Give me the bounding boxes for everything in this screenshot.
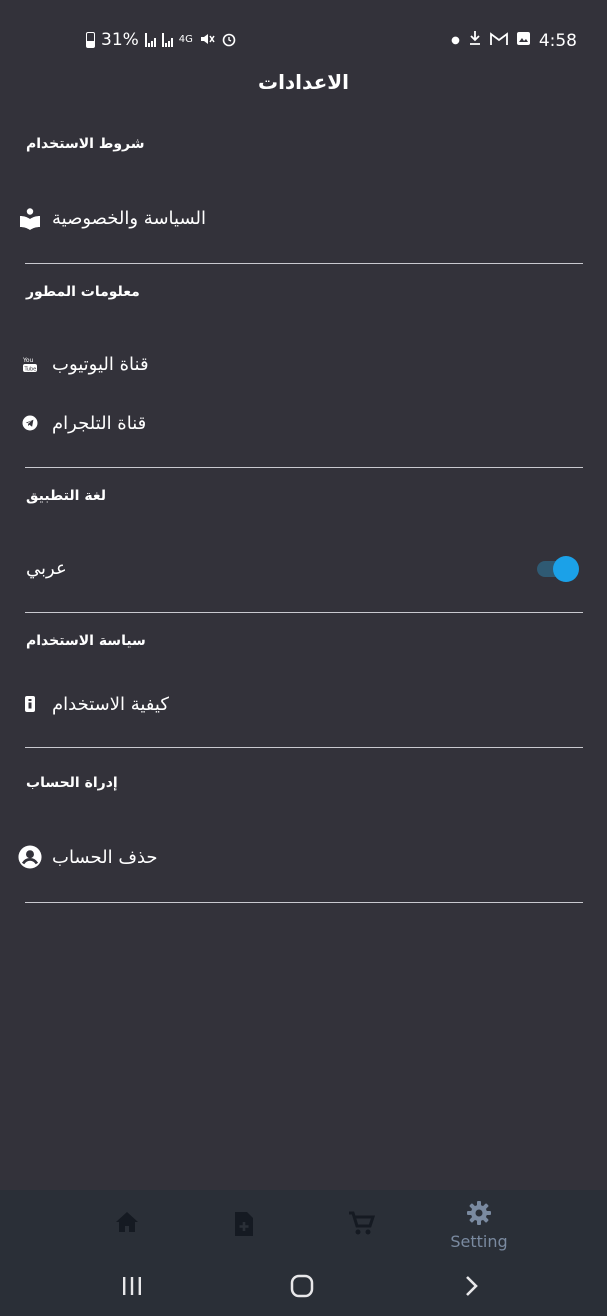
delete-account-item[interactable]: حذف الحساب	[18, 845, 158, 869]
language-arabic-label: عربي	[26, 558, 67, 579]
account-circle-icon	[18, 845, 42, 869]
youtube-icon: You Tube	[18, 352, 42, 376]
privacy-policy-label: السياسة والخصوصية	[52, 207, 206, 229]
delete-account-label: حذف الحساب	[52, 846, 158, 868]
clock: 4:58	[538, 30, 577, 51]
section-title-account: إدراة الحساب	[26, 775, 118, 791]
notification-dot-icon: ●	[451, 35, 460, 46]
download-icon	[468, 30, 482, 51]
divider	[25, 747, 583, 748]
chevron-right-icon	[466, 1276, 478, 1296]
telegram-channel-item[interactable]: قناة التلجرام	[18, 411, 146, 435]
telegram-icon	[18, 411, 42, 435]
language-arabic-item: عربي	[26, 558, 67, 579]
mute-icon	[199, 31, 215, 50]
privacy-policy-item[interactable]: السياسة والخصوصية	[18, 206, 206, 230]
section-title-terms: شروط الاستخدام	[26, 136, 145, 152]
status-right: ● 4:58	[451, 30, 577, 51]
alarm-icon	[221, 31, 237, 50]
info-icon	[18, 692, 42, 716]
signal-icon-2	[161, 33, 173, 47]
svg-text:You: You	[22, 357, 34, 364]
recents-button[interactable]	[112, 1270, 152, 1302]
divider	[25, 467, 583, 468]
language-toggle[interactable]	[535, 556, 579, 582]
how-to-use-item[interactable]: كيفية الاستخدام	[18, 692, 169, 716]
nav-setting[interactable]: Setting	[449, 1200, 509, 1251]
divider	[25, 612, 583, 613]
bottom-nav: Setting	[0, 1190, 607, 1256]
section-title-language: لغة التطبيق	[26, 488, 106, 504]
battery-percent: 31%	[101, 30, 139, 50]
toggle-thumb	[553, 556, 579, 582]
section-title-developer: معلومات المطور	[26, 284, 140, 300]
divider	[25, 902, 583, 903]
nav-cart[interactable]	[331, 1210, 391, 1240]
add-file-icon	[235, 1212, 253, 1236]
home-circle-icon	[290, 1274, 314, 1298]
nav-home[interactable]	[97, 1210, 157, 1238]
home-button[interactable]	[282, 1270, 322, 1302]
nav-add-file[interactable]	[214, 1210, 274, 1242]
section-title-usage: سياسة الاستخدام	[26, 633, 146, 649]
signal-icon	[144, 33, 156, 47]
status-bar: 31% 4G ● 4:58	[0, 0, 607, 70]
gmail-icon	[489, 31, 508, 51]
home-icon	[116, 1212, 138, 1232]
page-title: الاعدادات	[257, 70, 350, 94]
recents-icon	[123, 1277, 141, 1295]
status-left: 31% 4G	[86, 30, 237, 50]
privacy-book-icon	[18, 206, 42, 230]
settings-screen: 31% 4G ● 4:58 الاعدادات شروط الاستخدام ا…	[0, 0, 607, 1316]
svg-text:Tube: Tube	[24, 367, 37, 373]
how-to-use-label: كيفية الاستخدام	[52, 693, 169, 715]
youtube-channel-label: قناة اليوتيوب	[52, 353, 149, 375]
back-button[interactable]	[452, 1270, 492, 1302]
divider	[25, 263, 583, 264]
telegram-channel-label: قناة التلجرام	[52, 412, 147, 434]
system-nav	[0, 1256, 607, 1316]
gallery-icon	[516, 31, 531, 51]
nav-setting-label: Setting	[450, 1232, 508, 1251]
gear-icon	[467, 1201, 491, 1225]
network-type: 4G	[178, 34, 193, 45]
youtube-channel-item[interactable]: You Tube قناة اليوتيوب	[18, 352, 149, 376]
cart-icon	[349, 1211, 376, 1235]
battery-icon	[86, 32, 95, 48]
